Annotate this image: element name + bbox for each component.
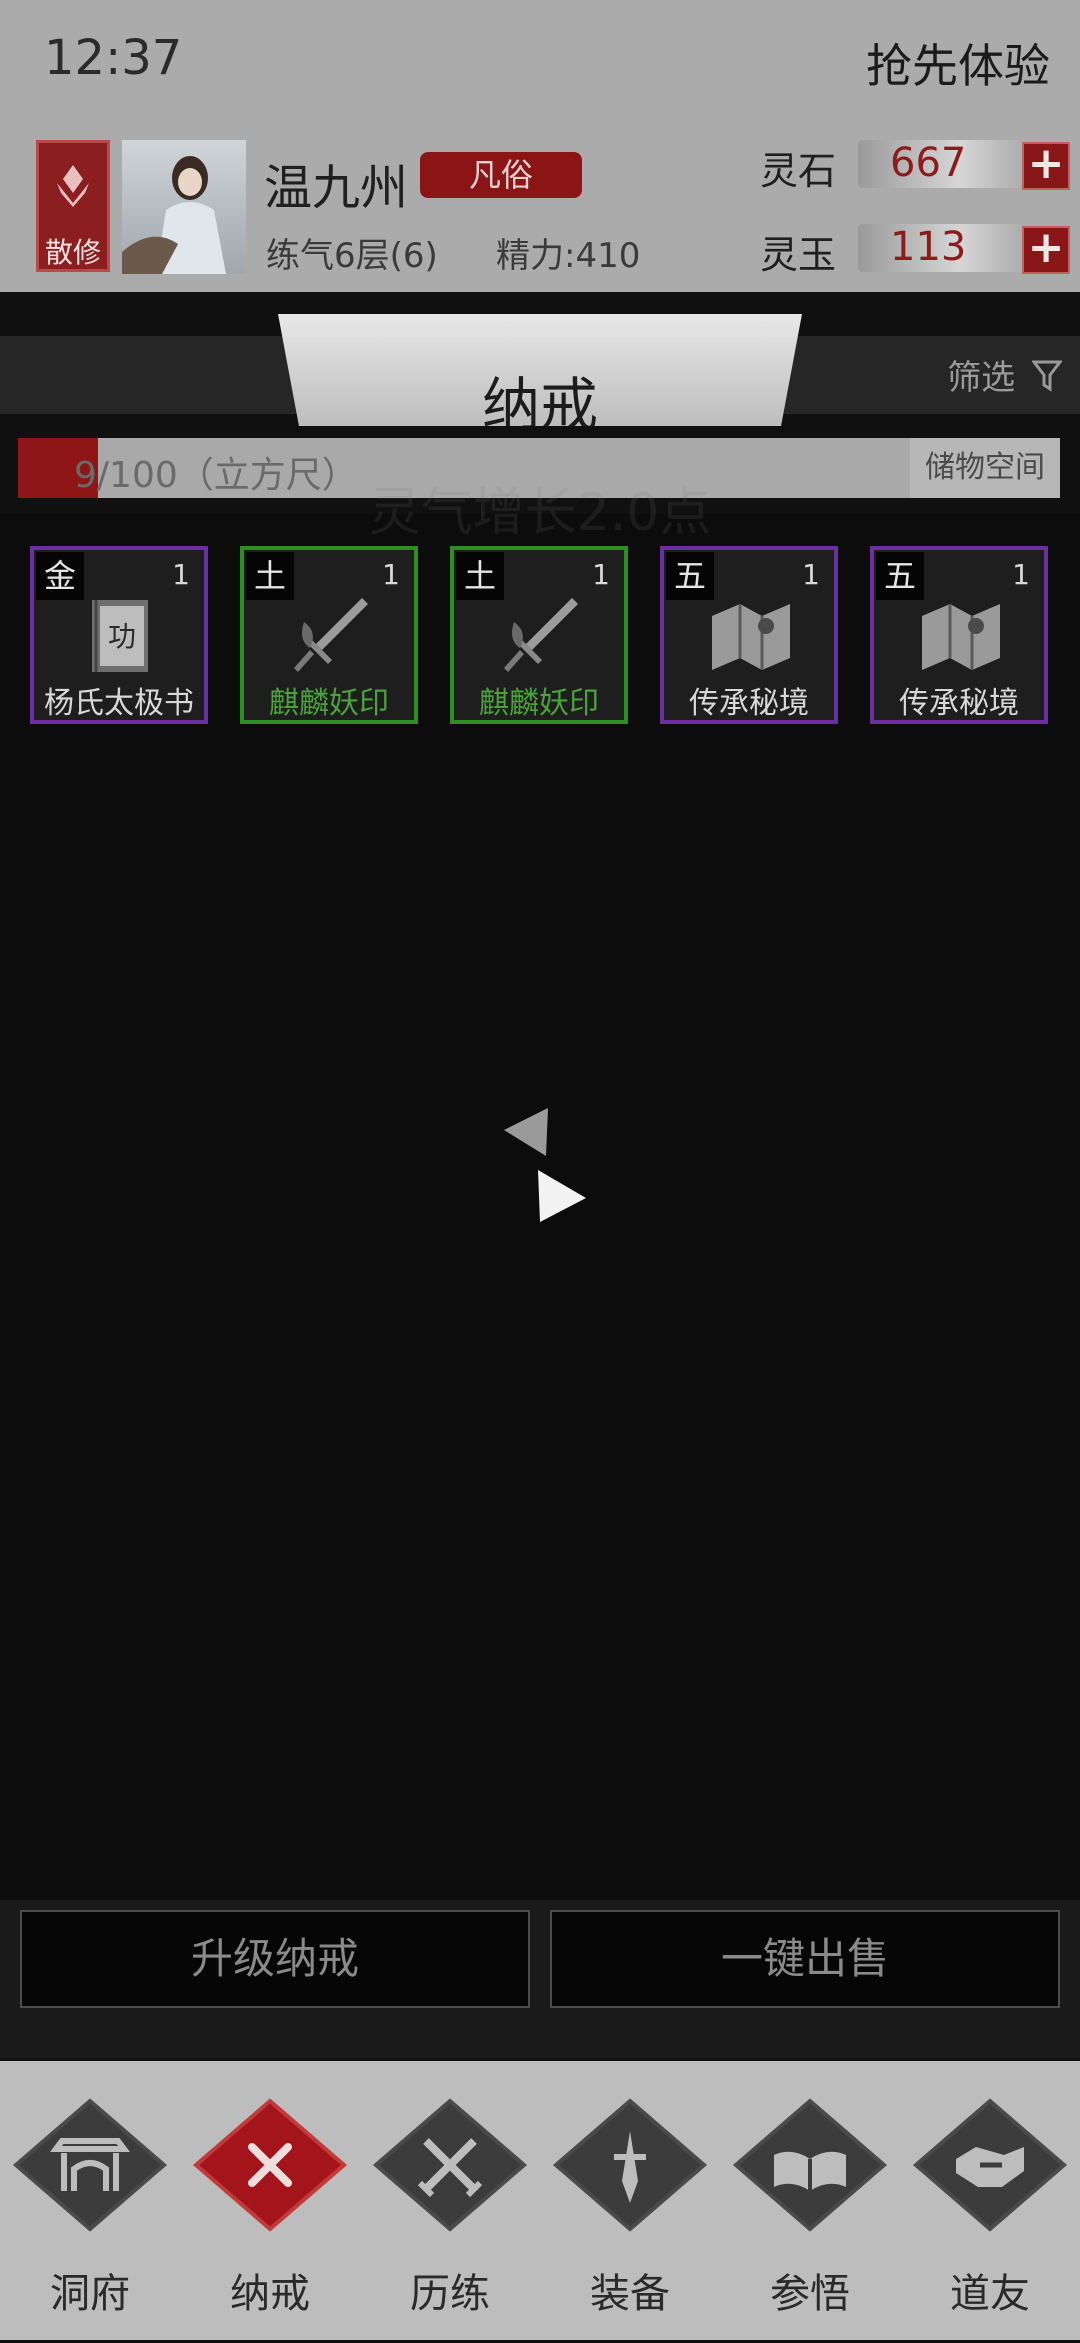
top-header: 12:37 抢先体验 散修 温九州 凡俗 练气6层(6) 精力:410 灵石 6… [0,0,1080,292]
crossed-swords-icon [372,2098,528,2232]
technique-book-icon: 功 [92,600,148,672]
nav-item-ring[interactable]: 纳戒 [180,2061,360,2343]
inventory-item[interactable]: 金 1 功 杨氏太极书 [30,546,208,724]
avatar-portrait [122,156,226,274]
spirit-stone-value: 667 [890,140,967,186]
spirit-jade-label: 灵玉 [760,233,837,277]
close-icon [192,2098,348,2232]
sword-icon [504,598,578,672]
upgrade-ring-button[interactable]: 升级纳戒 [20,1910,530,2008]
item-name: 传承秘境 [899,686,1019,721]
title-tab: 纳戒 [278,314,802,426]
open-book-icon [732,2098,888,2232]
sword-icon [294,598,368,672]
nav-label: 道友 [950,2271,1030,2317]
gate-icon [12,2098,168,2232]
early-access-label[interactable]: 抢先体验 [866,30,1050,96]
filter-label: 筛选 [947,358,1016,398]
nav-item-equipment[interactable]: 装备 [540,2061,720,2343]
rank-badge: 凡俗 [420,152,582,198]
item-quantity: 1 [592,558,610,591]
item-name: 麒麟妖印 [479,686,599,721]
nav-item-training[interactable]: 历练 [360,2061,540,2343]
action-bar: 升级纳戒 一键出售 [0,1900,1080,2058]
item-name: 麒麟妖印 [269,686,389,721]
inventory-item[interactable]: 土 1 麒麟妖印 [450,546,628,724]
player-name: 温九州 [264,160,409,216]
item-quantity: 1 [172,558,190,591]
item-name: 传承秘境 [689,686,809,721]
filter-button[interactable]: 筛选 [947,350,1064,399]
nav-label: 装备 [590,2271,670,2317]
sect-badge[interactable]: 散修 [36,140,110,272]
lotus-icon [57,165,89,207]
inventory-item[interactable]: 五 1 传承秘境 [660,546,838,724]
spirit-jade-value: 113 [890,224,967,270]
ghost-toast-text: 灵气增长2.0点 [368,483,712,543]
inventory-item[interactable]: 土 1 麒麟妖印 [240,546,418,724]
funnel-icon [1030,360,1064,392]
page-title: 纳戒 [481,371,598,439]
nav-label: 纳戒 [230,2271,310,2317]
nav-item-cave[interactable]: 洞府 [0,2061,180,2343]
loading-hourglass-icon [504,1108,586,1222]
svg-text:功: 功 [108,620,136,653]
spirit-stone-label: 灵石 [760,149,837,193]
cultivation-realm: 练气6层(6) [266,236,438,276]
nav-item-friends[interactable]: 道友 [900,2061,1080,2343]
add-spirit-stone-button[interactable]: + [1022,142,1070,190]
energy-value: 精力:410 [496,236,641,276]
item-quantity: 1 [382,558,400,591]
item-quantity: 1 [802,558,820,591]
nav-label: 洞府 [50,2271,130,2317]
bottom-nav: 洞府 纳戒 历练 装备 参悟 道友 [0,2058,1080,2340]
avatar[interactable] [122,140,246,274]
nav-label: 历练 [410,2271,490,2317]
item-name: 杨氏太极书 [44,686,194,721]
sect-label: 散修 [44,236,101,269]
nav-label: 参悟 [770,2271,850,2317]
map-scroll-icon [922,604,1000,670]
map-scroll-icon [712,604,790,670]
status-time: 12:37 [44,30,183,86]
nav-item-comprehension[interactable]: 参悟 [720,2061,900,2343]
dagger-icon [552,2098,708,2232]
handshake-icon [912,2098,1068,2232]
inventory-item[interactable]: 五 1 传承秘境 [870,546,1048,724]
item-quantity: 1 [1012,558,1030,591]
add-spirit-jade-button[interactable]: + [1022,226,1070,274]
sell-all-button[interactable]: 一键出售 [550,1910,1060,2008]
